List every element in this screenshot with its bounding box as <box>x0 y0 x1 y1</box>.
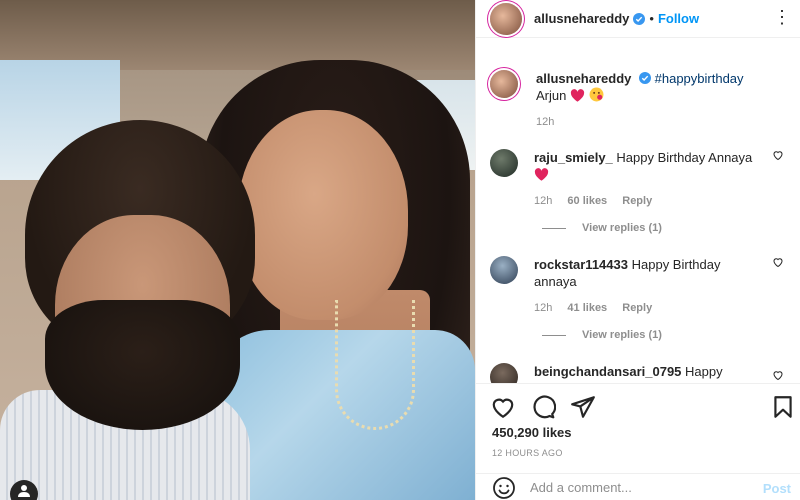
caption: allusnehareddy #happybirthday Arjun 12h <box>490 70 790 131</box>
likes-count[interactable]: 450,290 likes <box>492 425 572 440</box>
caption-username[interactable]: allusnehareddy <box>536 71 631 86</box>
heart-icon[interactable] <box>490 394 516 420</box>
comment-username[interactable]: rockstar114433 <box>534 257 628 272</box>
comment-text: Happy Birthday Annaya <box>616 150 753 165</box>
heart-icon[interactable] <box>772 149 784 161</box>
heart-icon[interactable] <box>772 369 784 381</box>
post-author-username[interactable]: allusnehareddy <box>534 11 629 26</box>
photo-necklace <box>335 300 415 430</box>
comment-item: beingchandansari_0795 Happy <box>490 363 790 383</box>
comment-meta: 12h 60 likes Reply <box>534 193 759 210</box>
caption-text: Arjun <box>536 88 567 103</box>
avatar[interactable] <box>490 363 518 383</box>
divider <box>542 227 566 229</box>
comment-time: 12h <box>534 302 553 314</box>
caption-hashtag[interactable]: #happybirthday <box>655 71 744 86</box>
caption-meta: 12h <box>536 114 761 131</box>
user-tag-icon[interactable] <box>10 480 38 500</box>
avatar[interactable] <box>490 2 522 35</box>
post-actions: 450,290 likes 12 HOURS AGO Post <box>476 383 800 500</box>
avatar[interactable] <box>490 256 518 284</box>
emoji-icon[interactable] <box>492 476 516 500</box>
bookmark-icon[interactable] <box>770 394 796 420</box>
red-heart-icon <box>534 168 549 182</box>
post-header: allusnehareddy • Follow ⋮ <box>476 0 800 38</box>
post-photo[interactable] <box>0 0 475 500</box>
follow-button[interactable]: Follow <box>658 11 699 26</box>
comment-meta: 12h 41 likes Reply <box>534 300 759 317</box>
verified-badge-icon <box>633 12 646 25</box>
comment-likes[interactable]: 60 likes <box>567 195 607 207</box>
heart-icon[interactable] <box>772 256 784 268</box>
more-options-icon[interactable]: ⋮ <box>773 8 791 26</box>
view-replies-button[interactable]: View replies (1) <box>542 329 662 341</box>
avatar[interactable] <box>490 149 518 177</box>
comment-text: Happy <box>685 364 723 379</box>
comment-likes[interactable]: 41 likes <box>567 302 607 314</box>
post-button[interactable]: Post <box>763 481 791 496</box>
comment-username[interactable]: beingchandansari_0795 <box>534 364 681 379</box>
face-emoji-icon <box>589 87 604 102</box>
separator-dot: • <box>649 11 654 26</box>
reply-button[interactable]: Reply <box>622 302 652 314</box>
comment-item: raju_smiely_ Happy Birthday Annaya 12h 6… <box>490 149 790 210</box>
view-replies-label: View replies (1) <box>582 222 662 234</box>
photo-man-beard <box>45 300 240 430</box>
view-replies-label: View replies (1) <box>582 329 662 341</box>
verified-badge-icon <box>639 72 651 84</box>
comment-icon[interactable] <box>530 394 556 420</box>
comment-username[interactable]: raju_smiely_ <box>534 150 613 165</box>
photo-woman-face <box>238 110 408 320</box>
divider <box>542 334 566 336</box>
add-comment-bar: Post <box>476 473 800 500</box>
share-icon[interactable] <box>570 394 596 420</box>
comment-input[interactable] <box>530 480 750 495</box>
post-details-panel: allusnehareddy • Follow ⋮ allusnehareddy… <box>475 0 800 500</box>
comments-list[interactable]: allusnehareddy #happybirthday Arjun 12h <box>476 38 800 383</box>
post-timestamp: 12 HOURS AGO <box>492 448 563 458</box>
red-heart-icon <box>570 89 585 103</box>
caption-time: 12h <box>536 116 555 128</box>
reply-button[interactable]: Reply <box>622 195 652 207</box>
comment-time: 12h <box>534 195 553 207</box>
comment-item: rockstar114433 Happy Birthday annaya 12h… <box>490 256 790 317</box>
view-replies-button[interactable]: View replies (1) <box>542 222 662 234</box>
avatar[interactable] <box>490 70 518 98</box>
